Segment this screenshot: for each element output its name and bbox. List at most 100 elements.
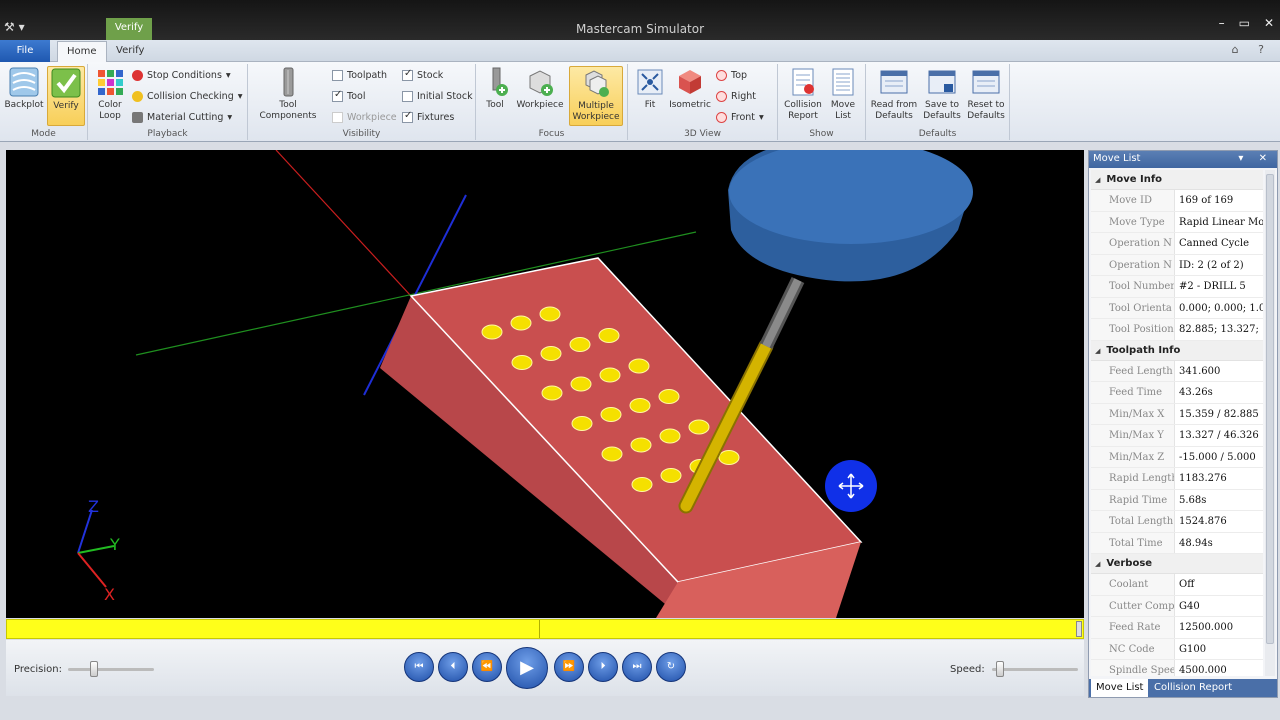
step-forward-button[interactable]: ⏵: [588, 652, 618, 682]
save-to-defaults-button[interactable]: Save to Defaults: [920, 66, 964, 122]
rewind-button[interactable]: ⏪: [472, 652, 502, 682]
step-backward-button[interactable]: ⏴: [438, 652, 468, 682]
property-key: Rapid Time: [1091, 489, 1175, 510]
property-row[interactable]: Feed Length 341.600: [1091, 360, 1263, 382]
focus-tool-button[interactable]: Tool: [480, 66, 510, 111]
tool-checkbox[interactable]: Tool: [332, 87, 365, 105]
collision-checking-button[interactable]: Collision Checking ▾: [132, 87, 243, 105]
material-cutting-button[interactable]: Material Cutting ▾: [132, 108, 232, 126]
dropdown-arrow-icon: ▾: [225, 69, 231, 81]
fixtures-checkbox[interactable]: Fixtures: [402, 108, 454, 126]
stop-conditions-button[interactable]: Stop Conditions ▾: [132, 66, 231, 84]
property-row[interactable]: Operation N ID: 2 (2 of 2): [1091, 254, 1263, 276]
property-row[interactable]: Min/Max Y 13.327 / 46.326: [1091, 425, 1263, 447]
go-to-end-button[interactable]: ⏭: [622, 652, 652, 682]
property-row[interactable]: Min/Max X 15.359 / 82.885: [1091, 403, 1263, 425]
tool-components-button[interactable]: Tool Components: [252, 66, 324, 122]
drilled-hole: [718, 450, 740, 465]
minimize-icon[interactable]: –: [1219, 16, 1225, 30]
section-move-info[interactable]: ◢ Move Info: [1091, 170, 1263, 190]
verify-button[interactable]: Verify: [47, 66, 85, 126]
section-verbose[interactable]: ◢ Verbose: [1091, 554, 1263, 574]
view-right-button[interactable]: Right: [716, 87, 756, 105]
collision-report-button[interactable]: Collision Report: [782, 66, 824, 122]
mastercam-simulator-window: ⚒ ▾ Verify Mastercam Simulator – ▭ ✕ Fil…: [0, 0, 1280, 720]
property-row[interactable]: Tool Number #2 - DRILL 5: [1091, 276, 1263, 298]
property-row[interactable]: Total Time 48.94s: [1091, 532, 1263, 554]
group-mode: Backplot Verify Mode: [0, 64, 88, 140]
precision-slider[interactable]: [68, 661, 154, 677]
property-value: 48.94s: [1179, 537, 1213, 549]
stock-checkbox[interactable]: Stock: [402, 66, 443, 84]
fit-button[interactable]: Fit: [632, 66, 668, 111]
property-row[interactable]: Feed Rate 12500.000: [1091, 617, 1263, 639]
property-row[interactable]: Rapid Time 5.68s: [1091, 489, 1263, 511]
drilled-hole: [510, 315, 532, 331]
property-value: 1183.276: [1179, 473, 1227, 484]
focus-workpiece-button[interactable]: Workpiece: [514, 66, 566, 111]
multiple-workpiece-icon: [580, 67, 612, 99]
tab-file[interactable]: File: [0, 40, 50, 62]
tab-move-list[interactable]: Move List: [1091, 679, 1149, 697]
read-from-defaults-button[interactable]: Read from Defaults: [870, 66, 918, 122]
multiple-workpiece-button[interactable]: Multiple Workpiece: [569, 66, 623, 126]
tab-collision-report[interactable]: Collision Report: [1149, 679, 1237, 697]
property-row[interactable]: Cutter Comp G40: [1091, 595, 1263, 617]
group-mode-label: Mode: [31, 129, 56, 139]
initial-stock-checkbox[interactable]: Initial Stock: [402, 87, 473, 105]
read-defaults-icon: [878, 66, 910, 98]
close-icon[interactable]: ✕: [1264, 16, 1274, 30]
fast-forward-button[interactable]: ⏩: [554, 652, 584, 682]
panel-scrollbar[interactable]: [1265, 170, 1275, 676]
property-row[interactable]: Rapid Length 1183.276: [1091, 468, 1263, 490]
property-row[interactable]: NC Code G100: [1091, 638, 1263, 660]
property-row[interactable]: Operation N Canned Cycle: [1091, 233, 1263, 255]
step-forward-icon: ⏵: [600, 661, 606, 672]
window-controls: – ▭ ✕: [1219, 16, 1274, 30]
reset-to-defaults-button[interactable]: Reset to Defaults: [964, 66, 1008, 122]
axis-triad: Z Y X: [77, 497, 120, 604]
view-right-label: Right: [731, 90, 757, 102]
toolpath-checkbox[interactable]: Toolpath: [332, 66, 387, 84]
window-title: Mastercam Simulator: [575, 22, 705, 36]
move-list-panel: Move List ▾ ✕ ◢ Move Info Move ID 169 of 1…: [1088, 150, 1278, 698]
property-value: 4500.000: [1179, 665, 1227, 676]
playback-progress-bar[interactable]: [6, 619, 1084, 639]
tab-home[interactable]: Home: [57, 41, 107, 62]
simulation-scene[interactable]: Z Y X: [6, 150, 1084, 618]
property-value: 82.885; 13.327;: [1179, 324, 1259, 335]
property-row[interactable]: Coolant Off: [1091, 574, 1263, 596]
view-top-button[interactable]: Top: [716, 66, 747, 84]
go-to-start-button[interactable]: ⏮: [404, 652, 434, 682]
move-list-button[interactable]: Move List: [826, 66, 860, 122]
3d-viewport[interactable]: Z Y X: [6, 150, 1084, 618]
precision-slider-knob[interactable]: [90, 661, 98, 677]
progress-thumb[interactable]: [1076, 621, 1082, 637]
ribbon-options-icons[interactable]: ⌂ ?: [1232, 43, 1272, 56]
section-toolpath-info[interactable]: ◢ Toolpath Info: [1091, 340, 1263, 361]
color-loop-label: Color Loop: [98, 100, 122, 121]
color-loop-button[interactable]: Color Loop: [92, 66, 128, 122]
property-row[interactable]: Feed Time 43.26s: [1091, 382, 1263, 404]
property-row[interactable]: Tool Position 82.885; 13.327;: [1091, 319, 1263, 341]
view-front-button[interactable]: Front ▾: [716, 108, 764, 126]
property-row[interactable]: Tool Orienta 0.000; 0.000; 1.0: [1091, 297, 1263, 319]
isometric-button[interactable]: Isometric: [668, 66, 712, 111]
speed-slider[interactable]: [992, 661, 1078, 677]
loop-button[interactable]: ↻: [656, 652, 686, 682]
tab-verify[interactable]: Verify: [107, 41, 153, 62]
property-value: G100: [1179, 643, 1207, 655]
property-row[interactable]: Spindle Spee 4500.000: [1091, 660, 1263, 676]
panel-header-icons[interactable]: ▾ ✕: [1238, 151, 1273, 167]
maximize-icon[interactable]: ▭: [1239, 16, 1250, 30]
workpiece-checkbox[interactable]: Workpiece: [332, 108, 397, 126]
property-row[interactable]: Move ID 169 of 169: [1091, 190, 1263, 212]
dropdown-arrow-icon: ▾: [759, 111, 764, 123]
property-row[interactable]: Total Length 1524.876: [1091, 511, 1263, 533]
play-button[interactable]: ▶: [506, 647, 548, 689]
property-row[interactable]: Min/Max Z -15.000 / 5.000: [1091, 446, 1263, 468]
scrollbar-thumb[interactable]: [1266, 174, 1274, 644]
speed-slider-knob[interactable]: [996, 661, 1004, 677]
backplot-button[interactable]: Backplot: [4, 66, 44, 111]
property-row[interactable]: Move Type Rapid Linear Mo: [1091, 211, 1263, 233]
